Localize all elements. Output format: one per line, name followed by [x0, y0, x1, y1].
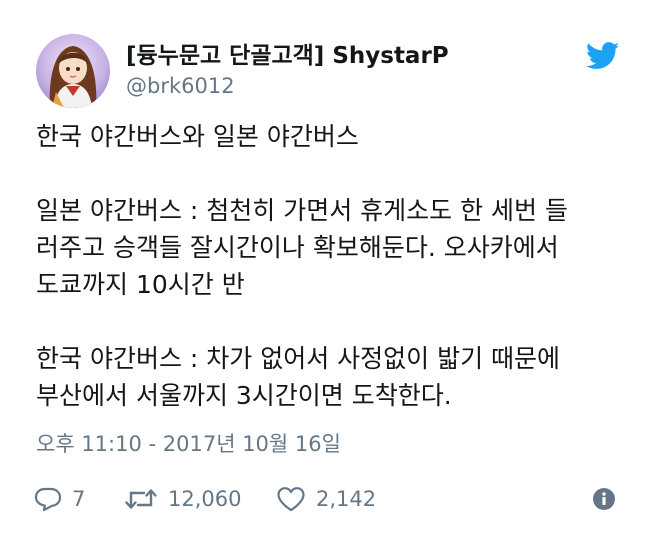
avatar[interactable]	[36, 34, 110, 108]
tweet-line: 한국 야간버스 : 차가 없어서 사정없이 밟기 때문에	[36, 344, 561, 373]
tweet-line: 한국 야간버스와 일본 야간버스	[36, 122, 359, 151]
info-button[interactable]	[592, 482, 616, 516]
tweet-line: 일본 야간버스 : 첨천히 가면서 휴게소도 한 세번 들	[36, 196, 568, 225]
retweet-count: 12,060	[168, 487, 242, 511]
tweet-card: [듕누문고 단골고객] ShystarP @brk6012 한국 야간버스와 일…	[0, 0, 652, 538]
reply-button[interactable]: 7	[34, 482, 85, 516]
heart-icon	[276, 486, 306, 512]
twitter-bird-icon[interactable]	[585, 42, 620, 70]
tweet-line: 도쿄까지 10시간 반	[36, 270, 245, 299]
retweet-icon	[124, 486, 158, 512]
user-handle[interactable]: @brk6012	[126, 74, 235, 98]
info-icon	[592, 487, 616, 511]
retweet-button[interactable]: 12,060	[124, 482, 241, 516]
like-count: 2,142	[316, 487, 377, 511]
like-button[interactable]: 2,142	[276, 482, 376, 516]
display-name[interactable]: [듕누문고 단골고객] ShystarP	[126, 36, 449, 70]
tweet-timestamp[interactable]: 오후 11:10 - 2017년 10월 16일	[36, 428, 341, 458]
action-bar: 7 12,060 2,142	[0, 470, 652, 520]
reply-icon	[34, 486, 62, 512]
tweet-text: 한국 야간버스와 일본 야간버스 일본 야간버스 : 첨천히 가면서 휴게소도 …	[36, 118, 636, 414]
tweet-line: 부산에서 서울까지 3시간이면 도착한다.	[36, 381, 452, 410]
reply-count: 7	[72, 487, 86, 511]
tweet-line: 러주고 승객들 잘시간이나 확보해둔다. 오사카에서	[36, 233, 559, 262]
